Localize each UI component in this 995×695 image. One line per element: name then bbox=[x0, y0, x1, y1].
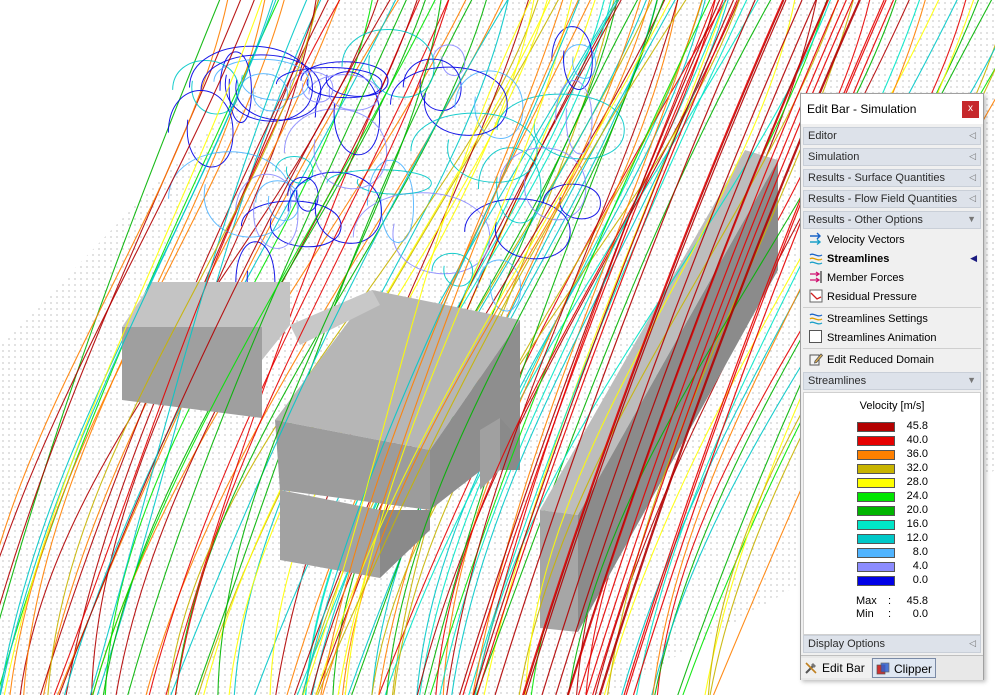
item-residual-pressure[interactable]: Residual Pressure bbox=[807, 288, 979, 306]
item-streamlines-label: Streamlines bbox=[827, 253, 889, 265]
section-results-other[interactable]: Results - Other Options ▼ bbox=[803, 211, 981, 229]
legend-swatch bbox=[857, 492, 895, 502]
item-streamlines-settings-label: Streamlines Settings bbox=[827, 313, 928, 325]
legend-swatch bbox=[857, 576, 895, 586]
section-editor-label: Editor bbox=[808, 130, 837, 142]
clipper-icon bbox=[876, 662, 890, 676]
edit-bar-tabs: Edit Bar Clipper bbox=[801, 655, 983, 680]
legend-swatch bbox=[857, 422, 895, 432]
section-display-options[interactable]: Display Options ◁ bbox=[803, 635, 981, 653]
legend-swatch bbox=[857, 450, 895, 460]
legend-value: 20.0 bbox=[896, 504, 928, 516]
divider bbox=[803, 348, 981, 349]
legend-min-sep: : bbox=[888, 608, 891, 620]
legend-swatch bbox=[857, 548, 895, 558]
section-results-other-label: Results - Other Options bbox=[808, 214, 923, 226]
item-streamlines-animation[interactable]: Streamlines Animation bbox=[807, 329, 979, 347]
legend-value: 0.0 bbox=[896, 574, 928, 586]
chevron-down-icon: ▼ bbox=[967, 375, 976, 385]
legend-value: 4.0 bbox=[896, 560, 928, 572]
item-residual-pressure-label: Residual Pressure bbox=[827, 291, 917, 303]
member-forces-icon bbox=[809, 270, 823, 284]
chevron-down-icon: ▼ bbox=[967, 214, 976, 224]
streamlines-settings-icon bbox=[809, 311, 823, 325]
legend-swatch bbox=[857, 534, 895, 544]
item-edit-reduced-domain-label: Edit Reduced Domain bbox=[827, 354, 934, 366]
item-member-forces-label: Member Forces bbox=[827, 272, 904, 284]
section-editor[interactable]: Editor ◁ bbox=[803, 127, 981, 145]
checkbox-icon[interactable] bbox=[809, 330, 822, 343]
residual-pressure-icon bbox=[809, 289, 823, 303]
velocity-legend: Velocity [m/s] 45.8 40.0 36.0 32.0 28.0 24.0 2… bbox=[803, 392, 981, 635]
tab-edit-bar[interactable]: Edit Bar bbox=[801, 658, 871, 678]
legend-swatch bbox=[857, 478, 895, 488]
active-marker-icon: ◀ bbox=[970, 253, 977, 264]
legend-swatch bbox=[857, 562, 895, 572]
section-streamlines-label: Streamlines bbox=[808, 375, 866, 387]
item-edit-reduced-domain[interactable]: Edit Reduced Domain bbox=[807, 351, 979, 369]
section-simulation-label: Simulation bbox=[808, 151, 859, 163]
item-member-forces[interactable]: Member Forces bbox=[807, 269, 979, 287]
chevron-left-icon: ◁ bbox=[969, 172, 976, 183]
legend-min-label: Min bbox=[856, 608, 874, 620]
section-display-options-label: Display Options bbox=[808, 638, 885, 650]
legend-max-value: 45.8 bbox=[896, 595, 928, 607]
chevron-left-icon: ◁ bbox=[969, 193, 976, 204]
item-streamlines-settings[interactable]: Streamlines Settings bbox=[807, 310, 979, 328]
legend-swatch bbox=[857, 520, 895, 530]
legend-min-value: 0.0 bbox=[896, 608, 928, 620]
edit-domain-icon bbox=[809, 352, 823, 366]
section-simulation[interactable]: Simulation ◁ bbox=[803, 148, 981, 166]
section-results-flow-label: Results - Flow Field Quantities bbox=[808, 193, 957, 205]
chevron-left-icon: ◁ bbox=[969, 638, 976, 649]
close-button[interactable]: x bbox=[962, 101, 979, 118]
velocity-vectors-icon bbox=[809, 232, 823, 246]
legend-value: 40.0 bbox=[896, 434, 928, 446]
item-streamlines-animation-label: Streamlines Animation bbox=[827, 332, 936, 344]
edit-bar-title: Edit Bar - Simulation bbox=[807, 102, 916, 116]
section-results-surface[interactable]: Results - Surface Quantities ◁ bbox=[803, 169, 981, 187]
legend-title: Velocity [m/s] bbox=[804, 400, 980, 412]
legend-value: 12.0 bbox=[896, 532, 928, 544]
section-results-flow[interactable]: Results - Flow Field Quantities ◁ bbox=[803, 190, 981, 208]
legend-value: 45.8 bbox=[896, 420, 928, 432]
legend-value: 32.0 bbox=[896, 462, 928, 474]
tab-clipper[interactable]: Clipper bbox=[872, 658, 936, 678]
legend-value: 16.0 bbox=[896, 518, 928, 530]
chevron-left-icon: ◁ bbox=[969, 151, 976, 162]
item-velocity-vectors-label: Velocity Vectors bbox=[827, 234, 905, 246]
item-velocity-vectors[interactable]: Velocity Vectors bbox=[807, 231, 979, 249]
edit-bar-titlebar[interactable]: Edit Bar - Simulation x bbox=[801, 94, 983, 124]
tab-edit-bar-label: Edit Bar bbox=[822, 661, 865, 675]
legend-value: 28.0 bbox=[896, 476, 928, 488]
streamlines-icon bbox=[809, 251, 823, 265]
edit-bar-panel: Edit Bar - Simulation x Editor ◁ Simulat… bbox=[800, 93, 984, 680]
divider bbox=[803, 307, 981, 308]
legend-swatch bbox=[857, 464, 895, 474]
section-streamlines[interactable]: Streamlines ▼ bbox=[803, 372, 981, 390]
tab-clipper-label: Clipper bbox=[894, 662, 932, 676]
legend-value: 24.0 bbox=[896, 490, 928, 502]
legend-max-label: Max bbox=[856, 595, 877, 607]
legend-swatch bbox=[857, 436, 895, 446]
legend-value: 36.0 bbox=[896, 448, 928, 460]
legend-swatch bbox=[857, 506, 895, 516]
section-results-surface-label: Results - Surface Quantities bbox=[808, 172, 945, 184]
tools-icon bbox=[804, 661, 818, 675]
item-streamlines[interactable]: Streamlines ◀ bbox=[807, 250, 979, 268]
legend-max-sep: : bbox=[888, 595, 891, 607]
chevron-left-icon: ◁ bbox=[969, 130, 976, 141]
legend-value: 8.0 bbox=[896, 546, 928, 558]
